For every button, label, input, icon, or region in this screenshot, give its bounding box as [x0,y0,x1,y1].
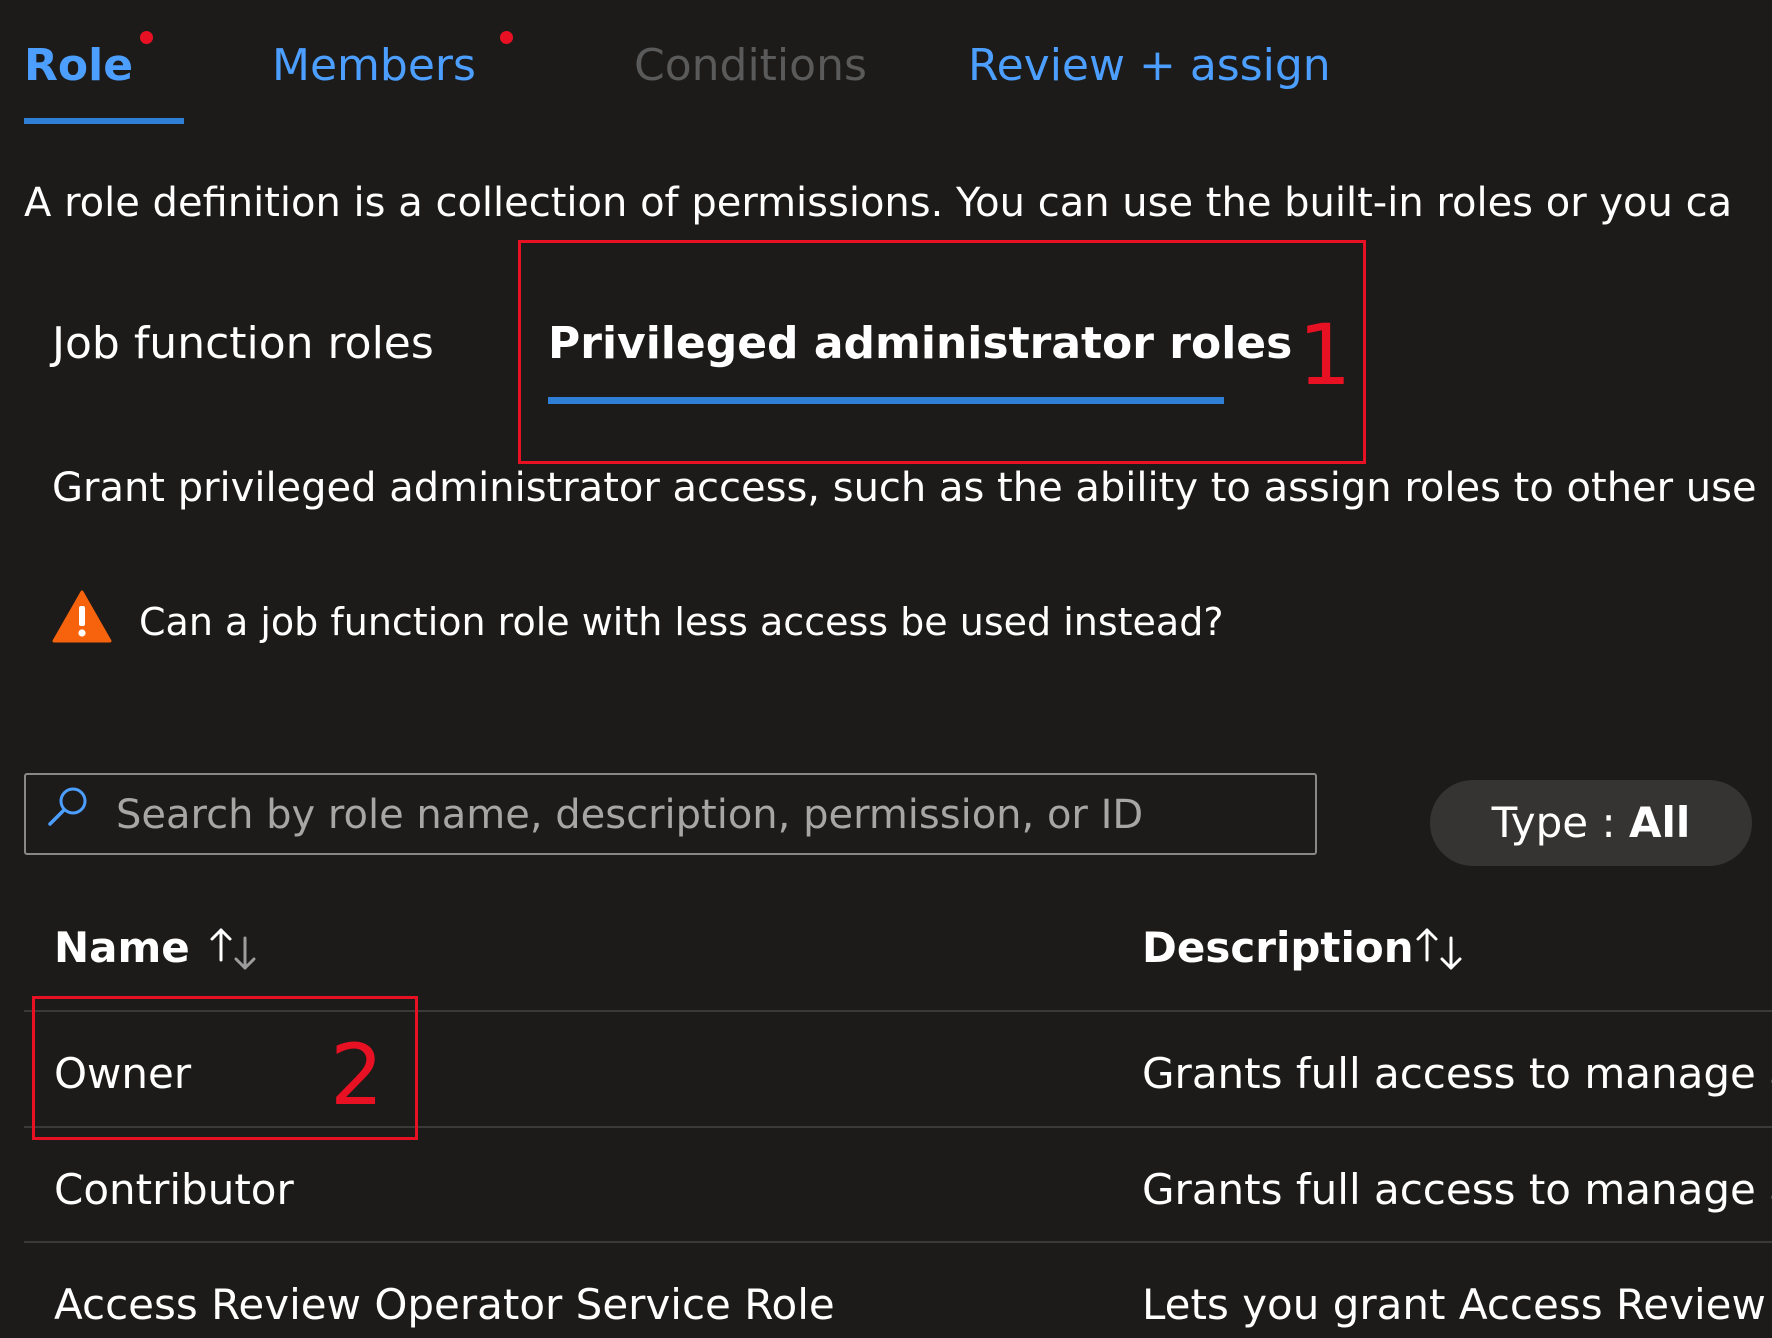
tab-members[interactable]: Members [272,36,476,96]
tab-role-underline [24,118,184,124]
required-indicator [140,31,153,44]
warning-icon [52,590,112,643]
required-indicator [500,31,513,44]
column-header-name[interactable]: Name [54,918,190,978]
role-description: Grants full access to manage al [1142,1165,1772,1214]
tab-conditions-label: Conditions [634,40,867,91]
tab-review-assign-label: Review + assign [968,40,1331,91]
role-name-contributor[interactable]: Contributor [54,1160,294,1220]
warning-message: Can a job function role with less access… [139,600,1224,644]
annotation-number-2: 2 [330,1026,384,1124]
annotation-box-1 [518,240,1366,464]
tab-members-label: Members [272,40,476,91]
column-header-description[interactable]: Description [1142,918,1414,978]
search-input[interactable] [114,783,1308,847]
subtab-job-function-label: Job function roles [52,318,434,369]
subtab-job-function-roles[interactable]: Job function roles [52,314,434,374]
role-definition-description: A role definition is a collection of per… [24,180,1733,226]
tab-conditions[interactable]: Conditions [634,36,867,96]
annotation-number-1: 1 [1298,306,1352,404]
table-divider [24,1241,1772,1243]
type-filter-label: Type : [1491,798,1629,847]
tab-role[interactable]: Role [24,36,133,96]
type-filter-button[interactable]: Type : All [1430,780,1752,866]
sort-icon[interactable] [1410,924,1470,974]
tab-review-assign[interactable]: Review + assign [968,36,1331,96]
privileged-roles-description: Grant privileged administrator access, s… [52,465,1757,511]
search-box[interactable] [24,773,1317,855]
tab-role-label: Role [24,40,134,91]
role-description: Grants full access to manage al [1142,1049,1772,1098]
role-description: Lets you grant Access Review S [1142,1280,1772,1329]
type-filter-value: All [1629,798,1691,847]
search-icon [48,787,87,826]
role-name-access-review-operator[interactable]: Access Review Operator Service Role [54,1275,835,1335]
sort-icon[interactable] [204,924,264,974]
